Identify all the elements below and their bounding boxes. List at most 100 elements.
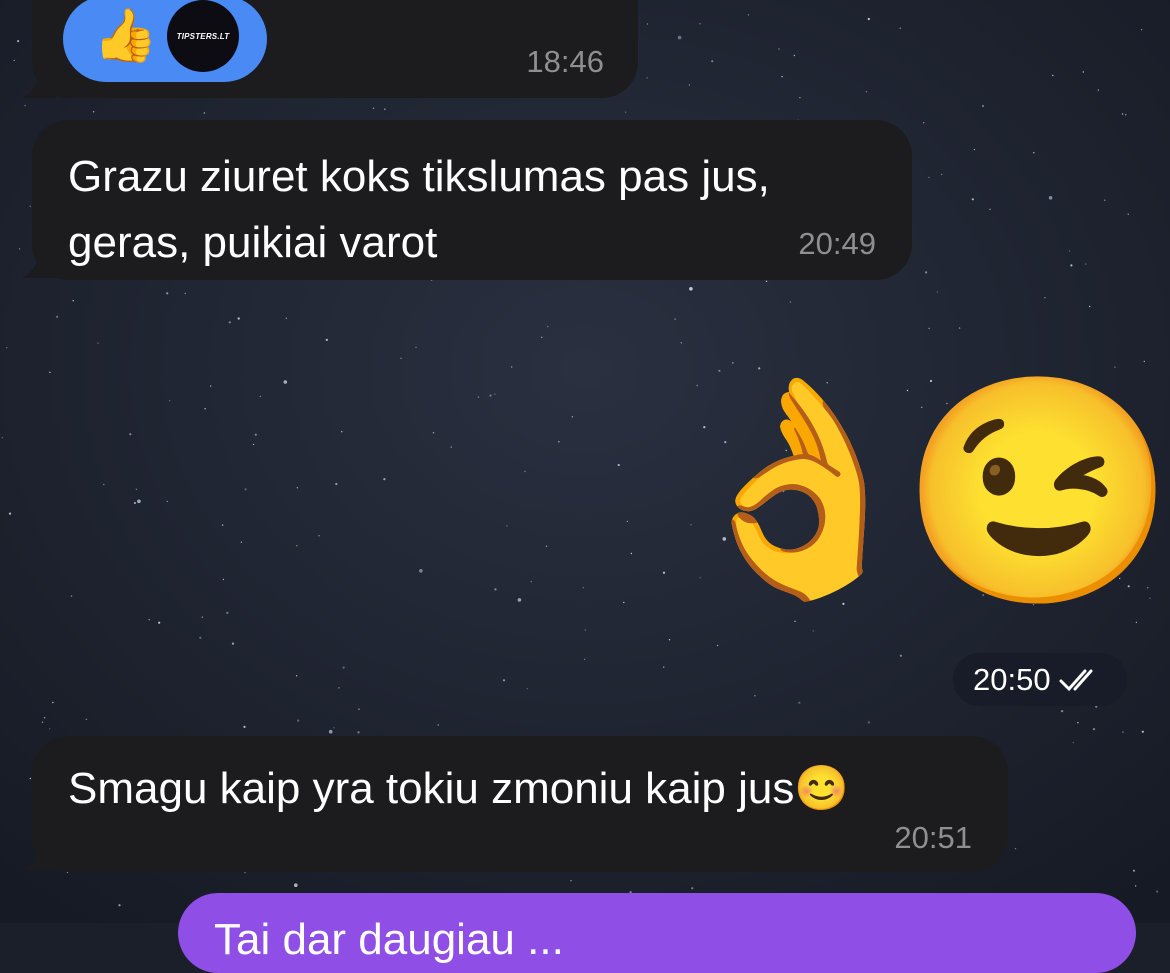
star — [547, 325, 549, 328]
star — [335, 482, 338, 486]
star — [680, 342, 682, 344]
star — [626, 520, 629, 523]
star — [936, 291, 938, 293]
star — [923, 122, 925, 124]
double-check-icon — [1059, 669, 1093, 691]
star — [133, 501, 136, 505]
star — [668, 639, 671, 641]
star — [928, 327, 930, 330]
star — [506, 525, 508, 527]
star — [799, 97, 801, 99]
star — [237, 317, 240, 320]
star — [1143, 360, 1146, 363]
star — [1033, 152, 1035, 154]
bubble-tail — [22, 834, 56, 870]
star — [52, 701, 54, 704]
star — [56, 315, 59, 318]
star — [297, 719, 300, 722]
star — [558, 441, 560, 443]
star — [372, 107, 375, 110]
star — [285, 317, 288, 319]
star — [1125, 114, 1127, 116]
star — [732, 362, 734, 364]
star — [699, 23, 701, 25]
star — [928, 176, 930, 179]
star — [318, 535, 320, 537]
star — [166, 292, 169, 295]
star — [571, 416, 574, 418]
avatar-logo-text: TIPSTERS.LT — [176, 31, 230, 41]
star — [129, 433, 132, 436]
star — [437, 724, 439, 726]
star — [118, 904, 121, 907]
star — [383, 478, 386, 481]
star — [333, 727, 335, 729]
incoming-message-3[interactable]: Smagu kaip yra tokiu zmoniu kaip jus😊 20… — [32, 736, 1008, 872]
star — [342, 666, 345, 669]
star — [49, 371, 51, 373]
star — [646, 23, 649, 25]
star — [358, 708, 360, 710]
star — [1082, 71, 1085, 73]
ok-hand-icon[interactable]: 👌 — [670, 368, 931, 608]
star — [415, 346, 417, 349]
star — [296, 487, 299, 489]
star — [1085, 263, 1087, 265]
star — [43, 717, 46, 719]
avatar: TIPSTERS.LT — [167, 0, 239, 72]
star — [49, 728, 51, 730]
star — [778, 48, 780, 50]
star — [747, 14, 750, 16]
star — [623, 601, 625, 604]
star — [716, 644, 719, 647]
star — [1077, 722, 1079, 724]
star — [70, 595, 73, 597]
star — [511, 366, 513, 368]
star — [798, 701, 801, 704]
star — [582, 587, 585, 589]
star — [867, 721, 871, 724]
message-time: 20:49 — [798, 226, 876, 261]
star — [477, 396, 480, 398]
star — [29, 777, 31, 780]
star — [1052, 74, 1054, 77]
star — [526, 688, 528, 690]
star — [296, 545, 298, 547]
star — [199, 636, 202, 639]
winking-face-icon[interactable]: 😉 — [900, 372, 1170, 612]
star — [221, 524, 224, 526]
star — [341, 431, 343, 433]
star — [1127, 213, 1130, 215]
star — [545, 545, 548, 547]
star — [168, 400, 171, 402]
outgoing-message[interactable]: Tai dar daugiau ... — [178, 893, 1136, 973]
star — [494, 588, 497, 591]
star — [689, 287, 693, 291]
star — [400, 357, 402, 359]
star — [1014, 848, 1017, 850]
star — [92, 111, 95, 113]
star — [201, 616, 203, 618]
star — [29, 205, 31, 207]
star — [971, 198, 974, 201]
star — [973, 148, 976, 151]
star — [203, 112, 206, 114]
star — [184, 292, 186, 295]
message-text: Grazu ziuret koks tikslumas pas jus, ger… — [68, 152, 770, 267]
star — [228, 321, 231, 324]
reaction-badge[interactable]: 👍 TIPSTERS.LT — [63, 0, 267, 82]
star — [226, 611, 229, 615]
star — [294, 883, 298, 887]
star — [244, 488, 247, 491]
star — [252, 443, 255, 446]
star — [325, 338, 328, 341]
star — [1122, 731, 1124, 733]
star — [97, 342, 99, 344]
incoming-message-2[interactable]: Grazu ziuret koks tikslumas pas jus, ger… — [32, 120, 912, 280]
star — [765, 280, 768, 282]
star — [283, 380, 288, 384]
message-text: Tai dar daugiau ... — [214, 915, 564, 964]
message-time-badge: 20:50 — [953, 653, 1127, 706]
star — [148, 619, 150, 621]
star — [137, 499, 141, 504]
